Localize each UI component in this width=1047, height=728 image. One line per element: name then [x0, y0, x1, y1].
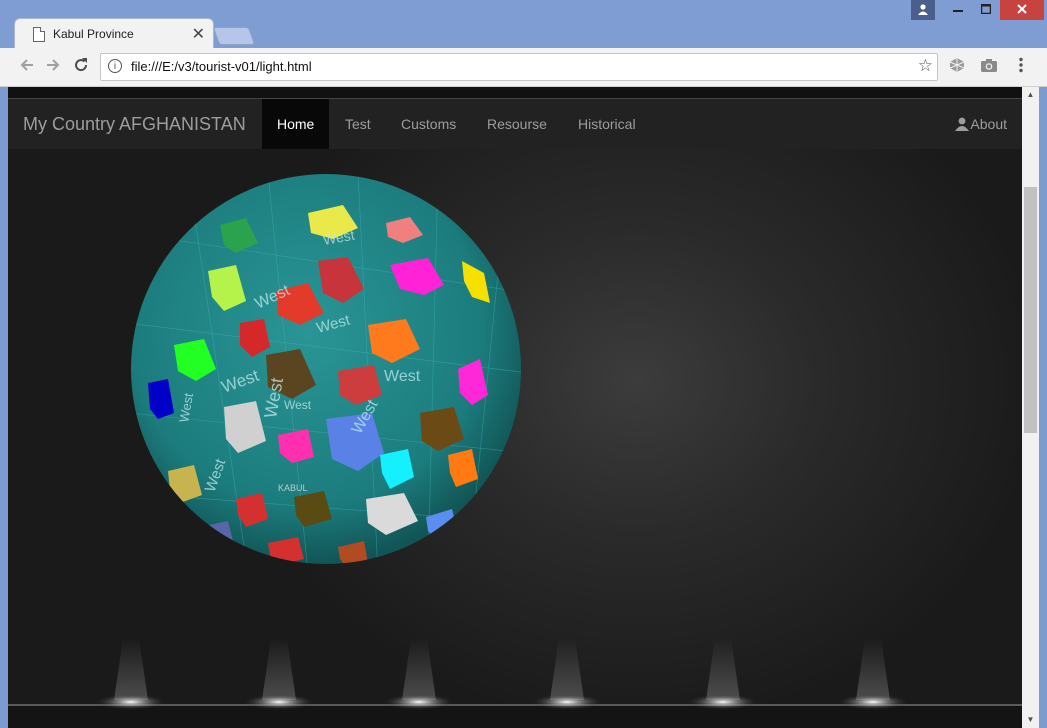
globe-label: KABUL [278, 483, 308, 493]
nav-test[interactable]: Test [330, 99, 386, 149]
floor-lights [8, 638, 1022, 728]
scroll-down-arrow-icon[interactable]: ▼ [1022, 712, 1039, 728]
url-text[interactable]: file:///E:/v3/tourist-v01/light.html [131, 59, 312, 74]
profile-button[interactable] [911, 0, 935, 20]
user-icon [955, 117, 970, 131]
stage-background: West West West West West West West West … [8, 149, 1022, 728]
browser-toolbar: i file:///E:/v3/tourist-v01/light.html ☆ [0, 48, 1047, 87]
camera-icon[interactable] [978, 56, 1000, 78]
nav-home[interactable]: Home [262, 99, 330, 149]
page-viewport: My Country AFGHANISTAN Home Test Customs… [8, 87, 1022, 728]
info-icon[interactable]: i [108, 59, 122, 73]
new-tab-button[interactable] [212, 27, 256, 45]
nav-customs[interactable]: Customs [386, 99, 471, 149]
reload-icon[interactable] [70, 56, 92, 78]
maximize-button[interactable] [972, 0, 1000, 20]
nav-historical[interactable]: Historical [563, 99, 651, 149]
minimize-icon [953, 10, 963, 12]
star-icon[interactable]: ☆ [918, 56, 933, 76]
globe-label: West [284, 398, 312, 412]
browser-tab[interactable]: Kabul Province ✕ [14, 18, 214, 49]
tab-title: Kabul Province [53, 27, 134, 41]
extension-icon[interactable] [946, 56, 968, 78]
globe-label: West [384, 368, 421, 385]
scroll-up-arrow-icon[interactable]: ▲ [1022, 87, 1039, 103]
province-globe[interactable]: West West West West West West West West … [128, 173, 528, 573]
page-scrollbar[interactable]: ▲ ▼ [1022, 87, 1039, 728]
spotlight-beams [114, 638, 890, 700]
close-icon[interactable]: ✕ [192, 24, 205, 44]
maximize-icon [980, 3, 992, 15]
scroll-thumb[interactable] [1024, 187, 1037, 433]
nav-resourse[interactable]: Resourse [472, 99, 562, 149]
forward-icon[interactable] [42, 56, 64, 78]
close-icon [1017, 4, 1027, 14]
back-icon[interactable] [16, 56, 38, 78]
site-navbar: My Country AFGHANISTAN Home Test Customs… [8, 99, 1022, 150]
address-bar[interactable]: i file:///E:/v3/tourist-v01/light.html ☆ [100, 53, 938, 81]
minimize-button[interactable] [944, 0, 972, 20]
user-icon [918, 4, 928, 15]
top-strip [8, 87, 1022, 99]
page-icon [33, 27, 45, 42]
nav-about[interactable]: About [955, 99, 1007, 149]
about-label: About [970, 116, 1007, 132]
menu-icon[interactable] [1010, 56, 1032, 78]
browser-titlebar: Kabul Province ✕ [0, 0, 1047, 49]
site-brand[interactable]: My Country AFGHANISTAN [23, 114, 246, 135]
window-close-button[interactable] [1000, 0, 1044, 20]
